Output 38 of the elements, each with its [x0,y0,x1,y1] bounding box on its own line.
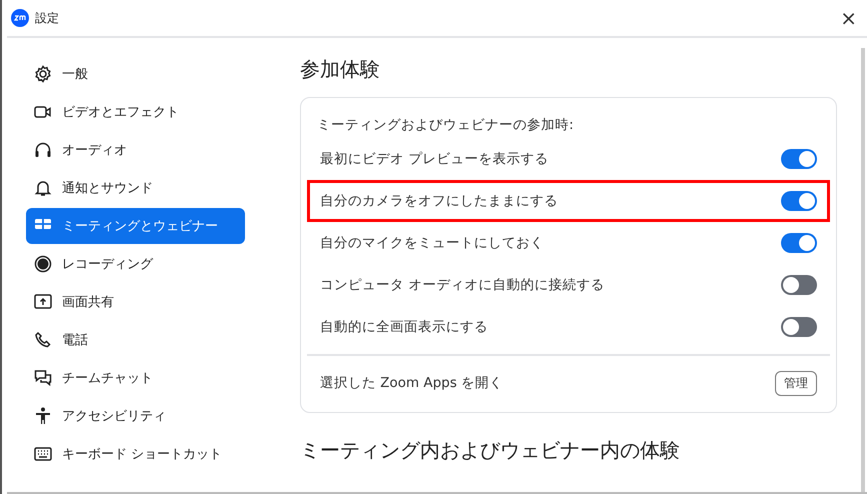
sidebar-item[interactable]: 画面共有 [26,284,245,320]
sidebar-item[interactable]: アクセシビリティ [26,398,245,434]
sidebar-item[interactable]: キーボード ショートカット [26,436,245,472]
app-logo-icon [11,9,29,27]
toggle-switch[interactable] [781,275,817,295]
toggle-switch[interactable] [781,149,817,169]
sidebar-item[interactable]: レコーディング [26,246,245,282]
setting-label: 自分のマイクをミュートにしておく [320,234,544,252]
setting-label: 選択した Zoom Apps を開く [320,374,504,392]
sidebar-item[interactable]: 通知とサウンド [26,170,245,206]
record-icon [34,255,52,273]
section-heading: ミーティング内およびウェビナー内の体験 [300,437,681,464]
gear-icon [34,65,52,83]
phone-icon [34,331,52,349]
close-button[interactable]: × [830,8,867,28]
setting-label: コンピュータ オーディオに自動的に接続する [320,276,604,294]
toggle-switch[interactable] [781,317,817,337]
sidebar-item[interactable]: ビデオとエフェクト [26,94,245,130]
person-icon [34,407,52,425]
sidebar-item[interactable]: チームチャット [26,360,245,396]
section-heading: 参加体験 [300,56,381,83]
group-label: ミーティングおよびウェビナーの参加時: [316,116,575,135]
keyboard-icon [34,445,52,463]
setting-label: 自分のカメラをオフにしたままにする [320,192,558,210]
bell-icon [34,179,52,197]
setting-label: 最初にビデオ プレビューを表示する [320,150,548,168]
toggle-switch[interactable] [781,233,817,253]
screen-share-icon [34,293,52,311]
toggle-switch[interactable] [781,191,817,211]
window-title: 設定 [35,10,60,26]
sidebar-item[interactable]: 一般 [26,56,245,92]
chat-bubbles-icon [34,369,52,387]
manage-button[interactable]: 管理 [775,370,817,396]
setting-label: 自動的に全画面表示にする [320,318,488,336]
headphones-icon [34,141,52,159]
sidebar-item[interactable]: オーディオ [26,132,245,168]
sidebar-item[interactable]: 電話 [26,322,245,358]
sidebar-item[interactable]: ミーティングとウェビナー [26,208,245,244]
